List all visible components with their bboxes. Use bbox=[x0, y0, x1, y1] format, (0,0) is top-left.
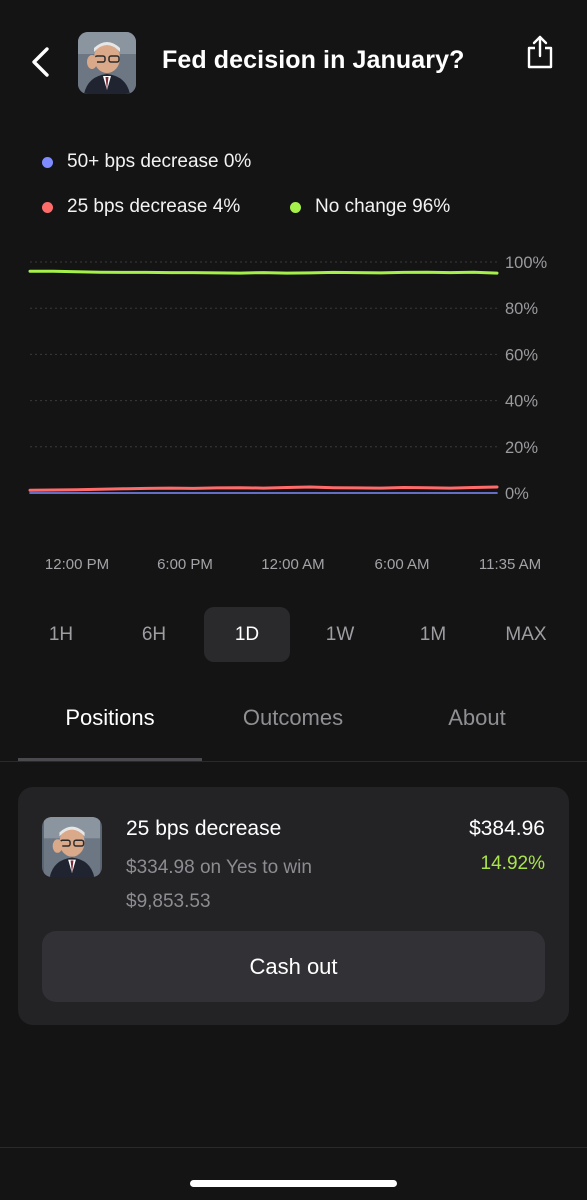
position-stake-detail: $334.98 on Yes to win $9,853.53 bbox=[126, 857, 312, 912]
bottom-divider bbox=[0, 1147, 587, 1148]
x-tick-label: 12:00 PM bbox=[44, 556, 110, 573]
timeframe-1w-button[interactable]: 1W bbox=[297, 607, 383, 662]
tab-about[interactable]: About bbox=[385, 705, 569, 760]
timeframe-1h-button[interactable]: 1H bbox=[18, 607, 104, 662]
y-tick-label: 100% bbox=[505, 254, 548, 272]
y-tick-label: 60% bbox=[505, 346, 538, 364]
cash-out-button[interactable]: Cash out bbox=[42, 931, 545, 1002]
position-avatar bbox=[42, 817, 102, 877]
legend-label-50bps: 50+ bps decrease 0% bbox=[67, 151, 252, 172]
position-outcome-name: 25 bps decrease bbox=[126, 817, 282, 840]
y-tick-label: 40% bbox=[505, 393, 538, 411]
position-value: $384.96 bbox=[469, 817, 545, 840]
position-change-percent: 14.92% bbox=[480, 853, 545, 874]
tab-outcomes[interactable]: Outcomes bbox=[201, 705, 385, 760]
series-line-no-change bbox=[28, 269, 499, 275]
timeframe-1d-button[interactable]: 1D bbox=[204, 607, 290, 662]
x-tick-label: 12:00 AM bbox=[261, 556, 325, 573]
legend-item-25bps: 25 bps decrease 4% bbox=[42, 196, 240, 218]
legend-label-no-change: No change 96% bbox=[315, 196, 451, 217]
x-tick-label: 6:00 PM bbox=[157, 556, 213, 573]
market-avatar bbox=[78, 32, 136, 94]
share-button[interactable] bbox=[520, 30, 560, 74]
legend-item-no-change: No change 96% bbox=[290, 196, 450, 218]
legend-label-25bps: 25 bps decrease 4% bbox=[67, 196, 241, 217]
y-tick-label: 20% bbox=[505, 439, 538, 457]
x-tick-label: 6:00 AM bbox=[374, 556, 430, 573]
series-line-25-bps-decrease bbox=[28, 485, 499, 492]
y-tick-label: 80% bbox=[505, 300, 538, 318]
timeframe-max-button[interactable]: MAX bbox=[483, 607, 569, 662]
legend-dot-25bps bbox=[42, 201, 53, 213]
tabs-divider bbox=[0, 761, 587, 762]
x-tick-label: 11:35 AM bbox=[478, 556, 542, 573]
home-indicator[interactable] bbox=[190, 1180, 397, 1187]
share-icon bbox=[527, 35, 553, 69]
chevron-left-icon bbox=[32, 47, 49, 77]
legend-dot-50bps bbox=[42, 156, 53, 168]
y-tick-label: 0% bbox=[505, 485, 529, 503]
tab-positions[interactable]: Positions bbox=[18, 705, 202, 760]
legend-dot-no-change bbox=[290, 201, 301, 213]
timeframe-1m-button[interactable]: 1M bbox=[390, 607, 476, 662]
timeframe-6h-button[interactable]: 6H bbox=[111, 607, 197, 662]
legend-item-50bps: 50+ bps decrease 0% bbox=[42, 151, 251, 173]
back-button[interactable] bbox=[24, 40, 58, 84]
page-title: Fed decision in January? bbox=[162, 46, 465, 74]
probability-chart[interactable]: 100% 80% 60% 40% 20% 0% bbox=[0, 240, 587, 520]
